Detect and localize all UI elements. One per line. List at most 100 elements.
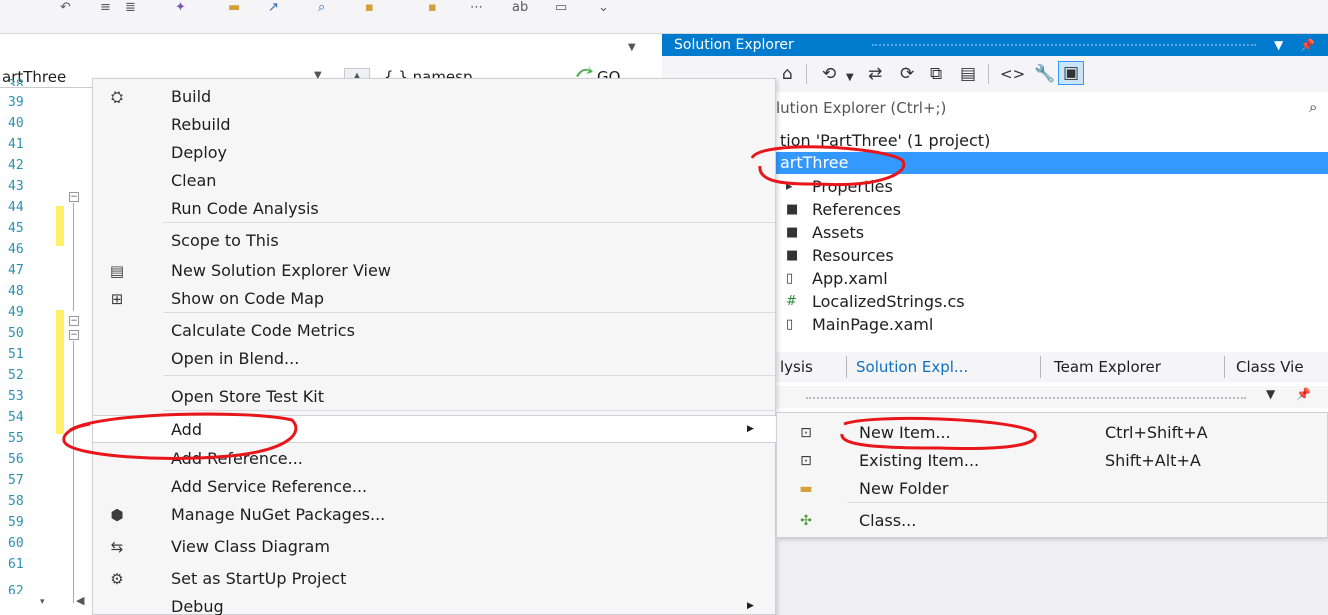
- line-number: 55: [8, 431, 24, 446]
- line-number: 45: [8, 221, 24, 236]
- toolbar-divider: [806, 64, 807, 84]
- line-number: 46: [8, 242, 24, 257]
- show-all-files-icon[interactable]: ▤: [960, 64, 976, 84]
- wrench-icon[interactable]: 🔧: [1034, 64, 1055, 84]
- scroll-left-icon[interactable]: ◀: [76, 594, 84, 607]
- find-icon[interactable]: ⌕: [318, 0, 325, 16]
- format-icon[interactable]: ⋯: [470, 0, 483, 16]
- tab-divider: [1224, 356, 1225, 378]
- open-file-icon[interactable]: ▪: [365, 0, 374, 16]
- folder-icon[interactable]: ▬: [228, 0, 240, 16]
- pin-icon[interactable]: 📌: [1300, 34, 1315, 56]
- menu-item-add-reference[interactable]: Add Reference...: [93, 445, 777, 473]
- sync-icon[interactable]: ⇄: [868, 64, 882, 84]
- references-icon: ■: [786, 202, 799, 217]
- submenu-arrow-icon: ▶: [747, 601, 754, 611]
- tree-node[interactable]: artThree: [776, 152, 1328, 174]
- submenu-item-label: New Folder: [859, 479, 949, 498]
- search-icon[interactable]: ⌕: [1309, 98, 1317, 116]
- submenu-item-label: Class...: [859, 511, 917, 530]
- menu-separator: [163, 375, 775, 376]
- scroll-arrow-icon[interactable]: ▾: [40, 597, 45, 607]
- collapse-all-icon[interactable]: ⧉: [930, 64, 942, 84]
- nuget-icon: ⬢: [110, 506, 124, 524]
- collapse-toggle[interactable]: −: [69, 330, 79, 340]
- menu-item-label: Calculate Code Metrics: [171, 321, 355, 340]
- line-number: 53: [8, 389, 24, 404]
- menu-item-label: Run Code Analysis: [171, 199, 319, 218]
- preview-icon[interactable]: ▣: [1058, 61, 1084, 85]
- chevron-down-icon[interactable]: ▼: [846, 68, 854, 88]
- submenu-item-class[interactable]: ✣ Class...: [777, 507, 1328, 535]
- tab-team-explorer[interactable]: Team Explorer: [1054, 356, 1161, 378]
- folder-icon: ■: [786, 225, 799, 240]
- tree-node[interactable]: LocalizedStrings.cs: [776, 291, 965, 313]
- submenu-item-new-folder[interactable]: ▬ New Folder: [777, 475, 1328, 503]
- wrench-icon: ▸: [786, 179, 793, 194]
- pin-icon[interactable]: 📌: [1296, 387, 1311, 401]
- menu-item-new-solution-explorer-view[interactable]: ▤ New Solution Explorer View: [93, 257, 777, 285]
- chevron-down-icon[interactable]: ▼: [1266, 387, 1275, 401]
- tool-icon[interactable]: ✦: [175, 0, 186, 16]
- menu-item-run-code-analysis[interactable]: Run Code Analysis: [93, 195, 777, 223]
- toolbar-options-icon[interactable]: ⌄: [598, 0, 609, 16]
- history-icon[interactable]: ⟲: [822, 64, 836, 84]
- tree-node[interactable]: tion 'PartThree' (1 project): [776, 130, 990, 152]
- dropdown-arrow-icon[interactable]: ▼: [628, 42, 636, 53]
- indent-icon[interactable]: ≣: [125, 0, 136, 16]
- save-icon[interactable]: ▪: [428, 0, 437, 16]
- menu-item-debug[interactable]: Debug ▶: [93, 593, 777, 615]
- window-icon[interactable]: ▭: [555, 0, 567, 16]
- refresh-icon[interactable]: ⟳: [900, 64, 914, 84]
- menu-item-view-class-diagram[interactable]: ⇆ View Class Diagram: [93, 533, 777, 561]
- abl-icon[interactable]: ab: [512, 0, 528, 16]
- menu-item-rebuild[interactable]: Rebuild: [93, 111, 777, 139]
- bookmark-icon[interactable]: ↗: [268, 0, 279, 16]
- submenu-item-new-item[interactable]: ⊡ New Item... Ctrl+Shift+A: [777, 419, 1328, 447]
- menu-item-deploy[interactable]: Deploy: [93, 139, 777, 167]
- tab-solution-expl[interactable]: Solution Expl...: [856, 356, 968, 378]
- menu-item-open-store-test-kit[interactable]: Open Store Test Kit: [93, 383, 777, 411]
- collapse-toggle[interactable]: −: [69, 316, 79, 326]
- menu-item-clean[interactable]: Clean: [93, 167, 777, 195]
- new-item-icon: ⊡: [800, 425, 812, 441]
- home-icon[interactable]: ⌂: [782, 64, 793, 84]
- collapse-toggle[interactable]: −: [69, 192, 79, 202]
- tab-class-vie[interactable]: Class Vie: [1236, 356, 1304, 378]
- tab-divider: [1040, 356, 1041, 378]
- undo-icon[interactable]: ↶: [60, 0, 71, 16]
- menu-item-calculate-code-metrics[interactable]: Calculate Code Metrics: [93, 317, 777, 345]
- view-code-icon[interactable]: <>: [1000, 64, 1025, 84]
- menu-item-set-as-startup-project[interactable]: ⚙ Set as StartUp Project: [93, 565, 777, 593]
- keyboard-shortcut: Shift+Alt+A: [1105, 451, 1201, 470]
- menu-item-add[interactable]: Add ▶: [93, 415, 777, 443]
- tree-node[interactable]: Properties: [776, 176, 893, 198]
- menu-item-build[interactable]: ⛭ Build: [93, 83, 777, 111]
- menu-item-label: Build: [171, 87, 212, 106]
- menu-item-manage-nuget-packages[interactable]: ⬢ Manage NuGet Packages...: [93, 501, 777, 529]
- menu-item-label: Add Service Reference...: [171, 477, 368, 496]
- menu-item-add-service-reference[interactable]: Add Service Reference...: [93, 473, 777, 501]
- xaml-file-icon: ▯: [786, 271, 794, 286]
- solution-explorer-header: Solution Explorer ▼ 📌: [662, 34, 1328, 56]
- menu-item-open-in-blend[interactable]: Open in Blend...: [93, 345, 777, 373]
- comment-icon[interactable]: ≡: [100, 0, 111, 16]
- line-number: 41: [8, 137, 24, 152]
- class-diagram-icon: ⇆: [110, 538, 124, 556]
- solution-explorer-search[interactable]: lution Explorer (Ctrl+;): [776, 96, 1328, 120]
- add-submenu: ⊡ New Item... Ctrl+Shift+A ⊡ Existing Item..…: [776, 412, 1328, 538]
- line-number: 49: [8, 305, 24, 320]
- menu-item-show-on-code-map[interactable]: ⊞ Show on Code Map: [93, 285, 777, 313]
- chevron-down-icon[interactable]: ▼: [1274, 34, 1283, 56]
- menu-item-label: Scope to This: [171, 231, 279, 250]
- new-folder-icon: ▬: [799, 481, 813, 497]
- tab-lysis[interactable]: lysis: [780, 356, 813, 378]
- menu-item-label: Show on Code Map: [171, 289, 325, 308]
- line-number: 42: [8, 158, 24, 173]
- build-icon: ⛭: [110, 88, 123, 106]
- menu-item-scope-to-this[interactable]: Scope to This: [93, 227, 777, 255]
- tab-divider: [846, 356, 847, 378]
- tree-node[interactable]: MainPage.xaml: [776, 314, 933, 336]
- submenu-item-existing-item[interactable]: ⊡ Existing Item... Shift+Alt+A: [777, 447, 1328, 475]
- line-number: 54: [8, 410, 24, 425]
